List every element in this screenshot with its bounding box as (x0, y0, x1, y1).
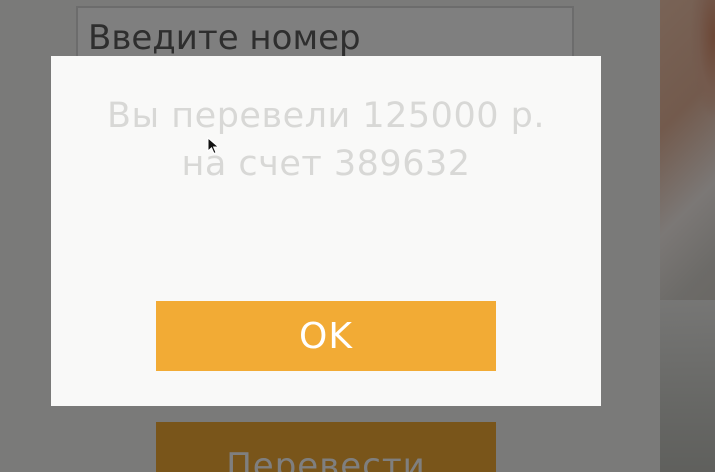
page: Перевести Вы перевели 125000 р. на счет … (0, 0, 715, 472)
mouse-pointer-icon (207, 137, 220, 155)
confirmation-message: Вы перевели 125000 р. на счет 389632 (51, 92, 601, 188)
ok-button[interactable]: OK (156, 301, 496, 371)
message-line-account: на счет 389632 (181, 144, 471, 184)
confirmation-dialog: Вы перевели 125000 р. на счет 389632 OK (51, 56, 601, 406)
message-line-amount: Вы перевели 125000 р. (107, 96, 545, 136)
